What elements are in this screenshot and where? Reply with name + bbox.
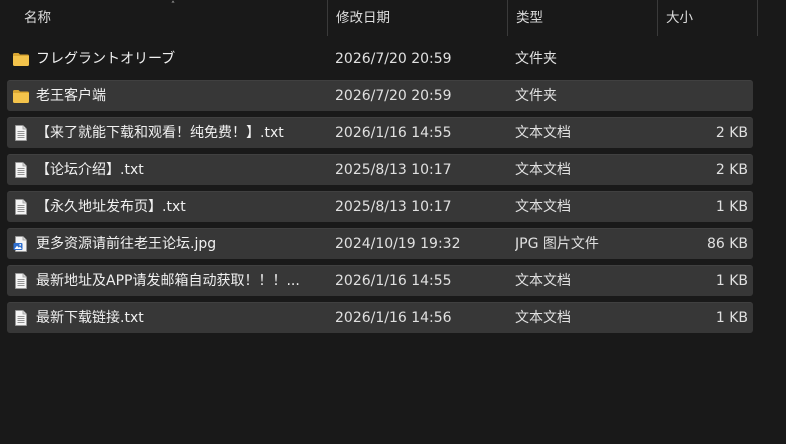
file-date-modified: 2026/7/20 20:59	[335, 88, 452, 104]
file-type: 文本文档	[515, 273, 571, 289]
text-file-icon	[12, 273, 30, 289]
file-row[interactable]: 最新下载链接.txt 2026/1/16 14:56 文本文档 1 KB	[7, 302, 753, 333]
file-row[interactable]: 老王客户端 2026/7/20 20:59 文件夹	[7, 80, 753, 111]
file-date-modified: 2026/1/16 14:55	[335, 125, 452, 141]
column-header-size[interactable]: 大小	[658, 0, 758, 36]
file-name: 【来了就能下载和观看！纯免费！】.txt	[36, 125, 284, 141]
file-date-modified: 2026/7/20 20:59	[335, 51, 452, 67]
file-type: 文本文档	[515, 199, 571, 215]
file-name: 【永久地址发布页】.txt	[36, 199, 186, 215]
file-type: 文件夹	[515, 88, 557, 104]
file-size: 1 KB	[715, 273, 748, 289]
folder-icon	[12, 88, 30, 104]
file-size	[658, 81, 748, 112]
file-row[interactable]: 更多资源请前往老王论坛.jpg 2024/10/19 19:32 JPG 图片文件 8…	[7, 228, 753, 259]
file-explorer-list: ˄ 名称 修改日期 类型 大小 フレグラントオリーブ 2026/7/20 20:5…	[0, 0, 786, 444]
column-header-name[interactable]: 名称	[16, 0, 328, 36]
file-size: 2 KB	[715, 162, 748, 178]
folder-icon	[12, 51, 30, 67]
file-name: 最新下载链接.txt	[36, 310, 144, 326]
file-size: 86 KB	[706, 236, 748, 252]
file-name: 更多资源请前往老王论坛.jpg	[36, 236, 217, 252]
text-file-icon	[12, 310, 30, 326]
file-type: 文本文档	[515, 162, 571, 178]
file-size: 1 KB	[715, 199, 748, 215]
column-header-type[interactable]: 类型	[508, 0, 658, 36]
file-type: 文件夹	[515, 51, 557, 67]
file-row[interactable]: 【论坛介绍】.txt 2025/8/13 10:17 文本文档 2 KB	[7, 154, 753, 185]
column-header-bar: ˄ 名称 修改日期 类型 大小	[0, 0, 786, 36]
text-file-icon	[12, 125, 30, 141]
column-header-date[interactable]: 修改日期	[328, 0, 508, 36]
file-type: 文本文档	[515, 125, 571, 141]
file-name: 【论坛介绍】.txt	[36, 162, 144, 178]
file-name: 老王客户端	[36, 88, 106, 104]
file-date-modified: 2025/8/13 10:17	[335, 199, 452, 215]
file-date-modified: 2025/8/13 10:17	[335, 162, 452, 178]
file-list: フレグラントオリーブ 2026/7/20 20:59 文件夹 老王客户端 2026/7/…	[7, 43, 753, 339]
text-file-icon	[12, 199, 30, 215]
file-date-modified: 2026/1/16 14:55	[335, 273, 452, 289]
file-size	[658, 44, 748, 75]
file-row[interactable]: フレグラントオリーブ 2026/7/20 20:59 文件夹	[7, 43, 753, 74]
file-type: 文本文档	[515, 310, 571, 326]
file-date-modified: 2026/1/16 14:56	[335, 310, 452, 326]
file-size: 1 KB	[715, 310, 748, 326]
file-date-modified: 2024/10/19 19:32	[335, 236, 461, 252]
image-file-icon	[12, 236, 30, 252]
file-row[interactable]: 最新地址及APP请发邮箱自动获取！！！... 2026/1/16 14:55 文本文…	[7, 265, 753, 296]
file-type: JPG 图片文件	[515, 236, 599, 252]
file-name: フレグラントオリーブ	[36, 51, 176, 67]
file-size: 2 KB	[715, 125, 748, 141]
file-row[interactable]: 【来了就能下载和观看！纯免费！】.txt 2026/1/16 14:55 文本文档 2…	[7, 117, 753, 148]
file-row[interactable]: 【永久地址发布页】.txt 2025/8/13 10:17 文本文档 1 KB	[7, 191, 753, 222]
file-name: 最新地址及APP请发邮箱自动获取！！！...	[36, 273, 300, 289]
text-file-icon	[12, 162, 30, 178]
